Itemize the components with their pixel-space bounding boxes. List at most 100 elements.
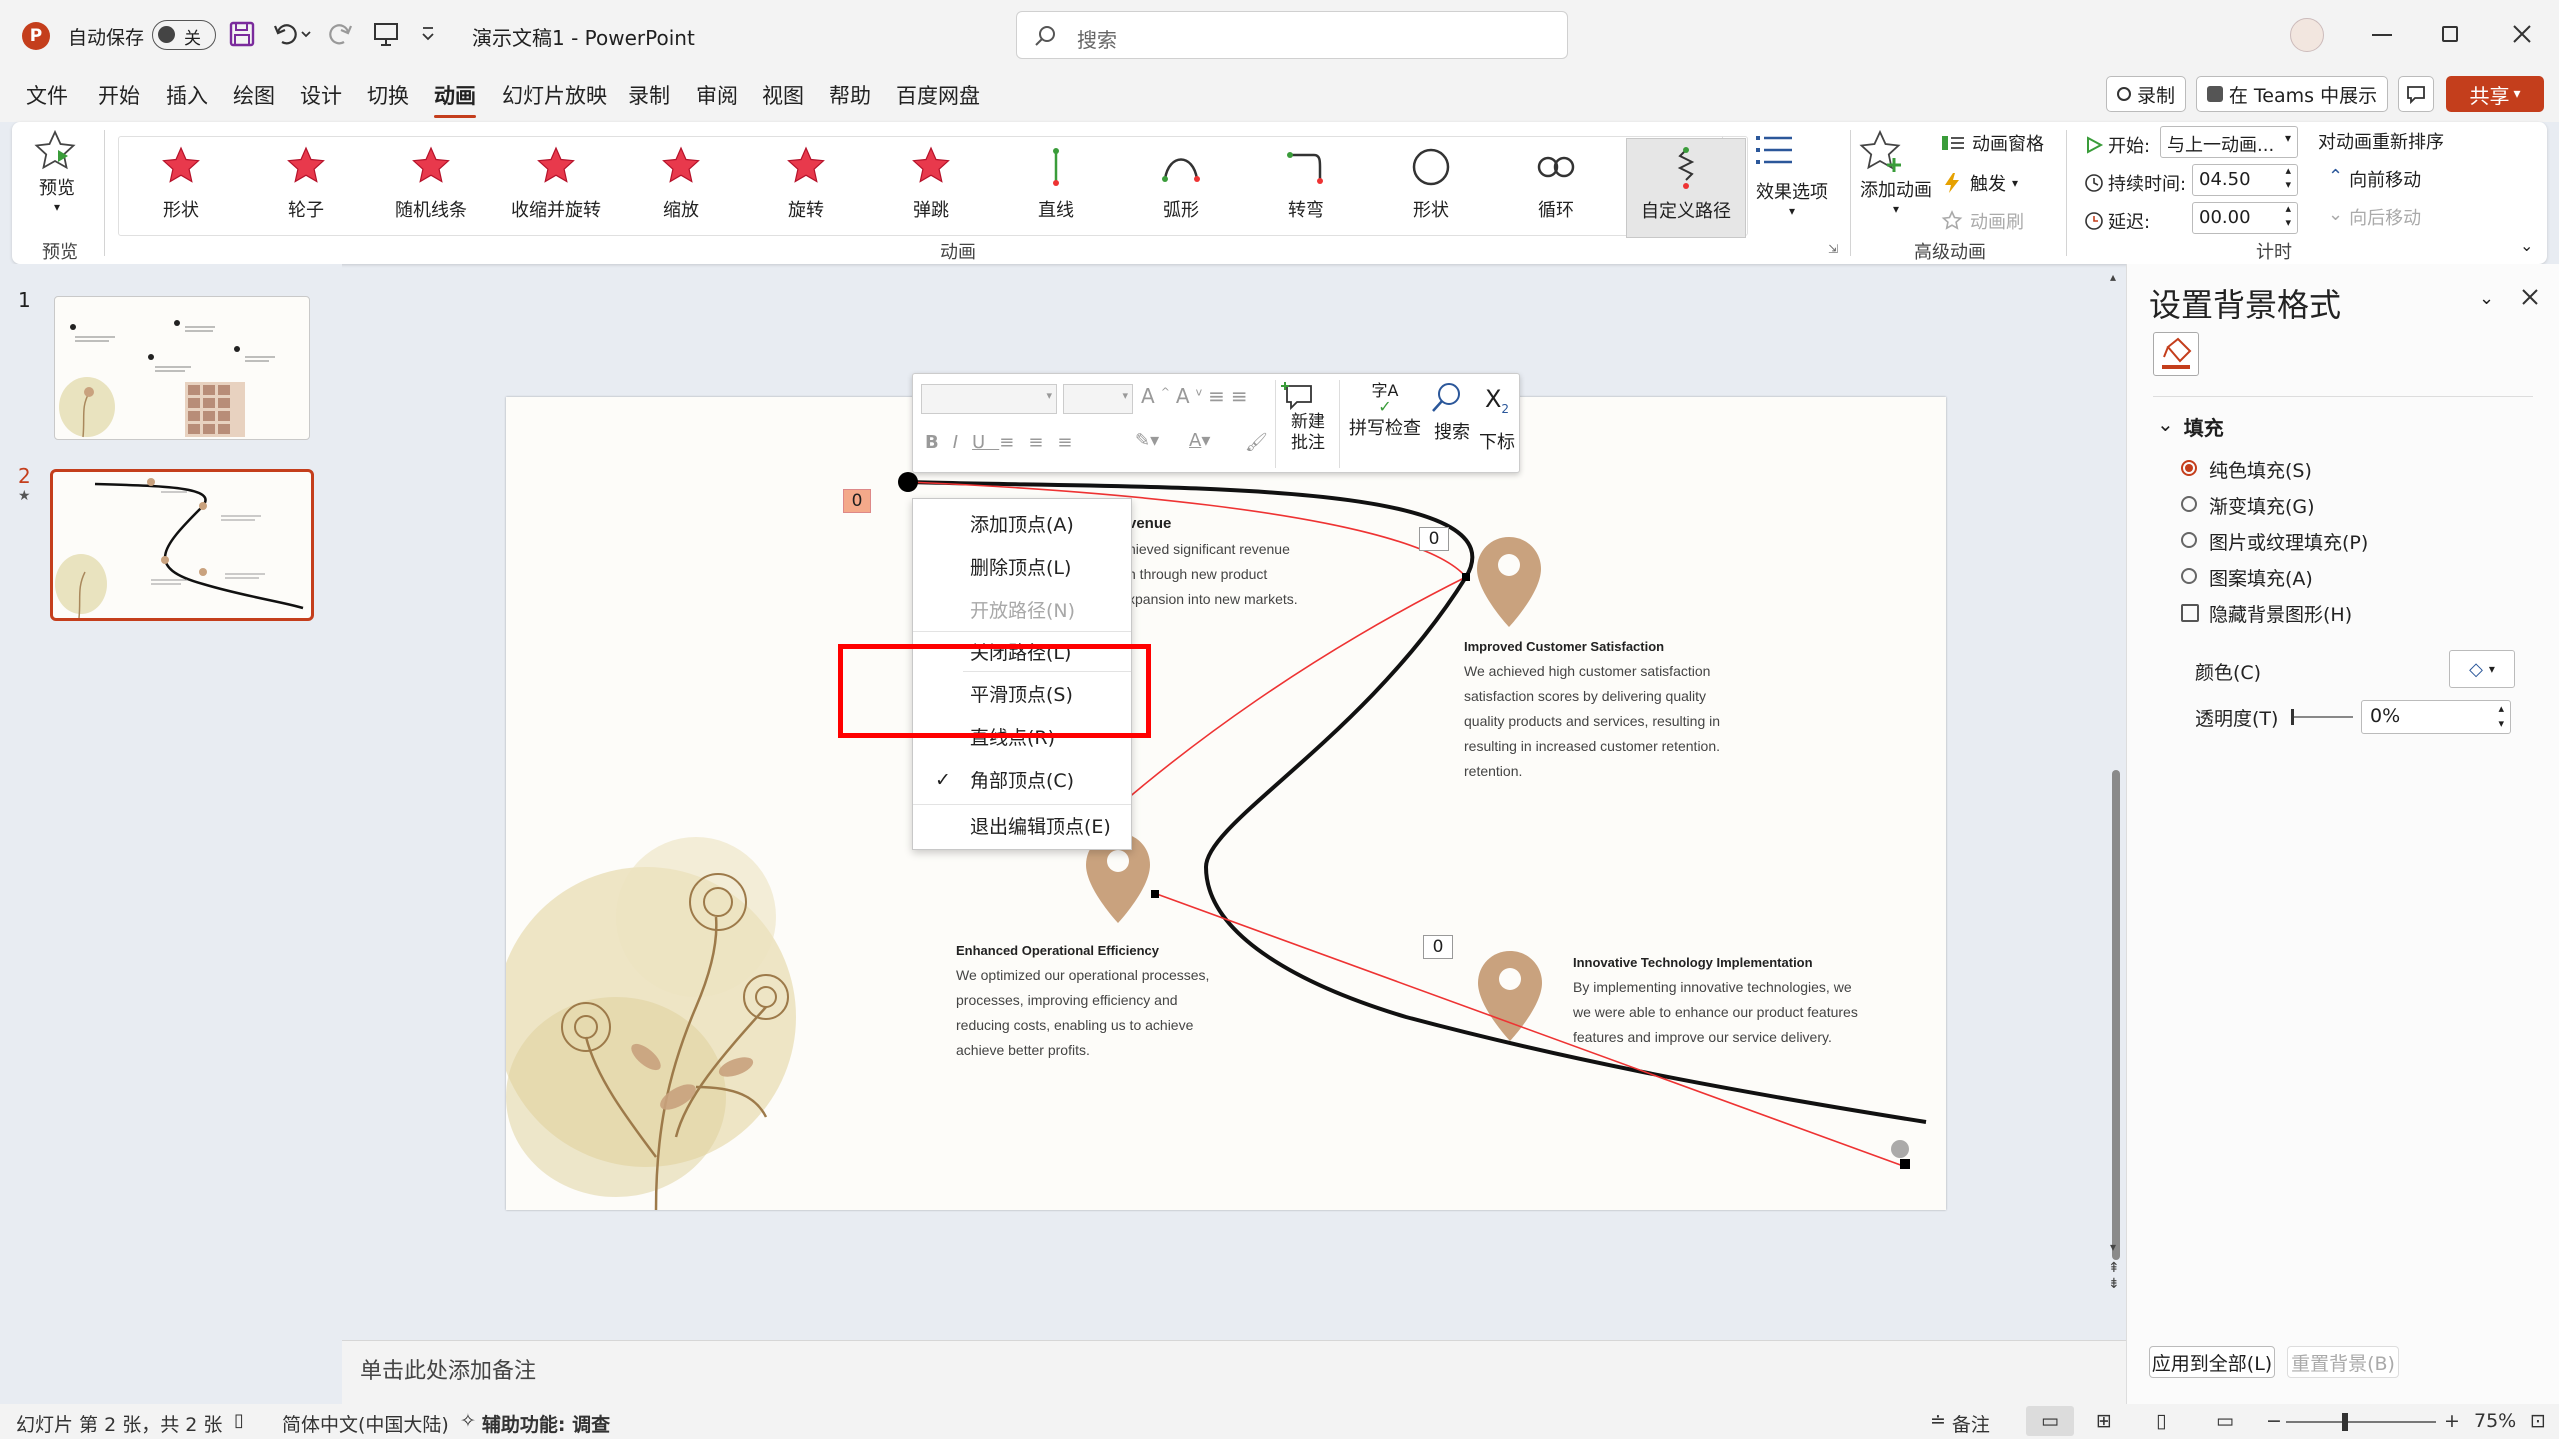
gallery-item-shape[interactable]: 形状 [126, 138, 236, 238]
tab-slideshow[interactable]: 幻灯片放映 [502, 80, 607, 110]
hide-bg-graphics-checkbox[interactable] [2181, 604, 2199, 622]
present-from-start-icon[interactable] [372, 20, 400, 48]
pane-close-icon[interactable] [2519, 286, 2541, 308]
save-icon[interactable] [228, 20, 256, 48]
reset-background-button[interactable]: 重置背景(B) [2287, 1346, 2399, 1378]
customize-toolbar-icon[interactable] [420, 24, 436, 44]
slide-sorter-icon[interactable]: ⊞ [2096, 1410, 2112, 1432]
font-size-buttons[interactable]: A^Av≡≡ [1141, 384, 1254, 408]
tab-insert[interactable]: 插入 [166, 80, 208, 110]
animation-order-tag[interactable]: 0 [1423, 935, 1453, 959]
tab-design[interactable]: 设计 [300, 80, 342, 110]
gallery-item-line[interactable]: 直线 [1001, 138, 1111, 238]
tab-record[interactable]: 录制 [628, 80, 670, 110]
notes-area[interactable]: 单击此处添加备注 [342, 1340, 2126, 1404]
smart-search-button[interactable]: 搜索 [1429, 380, 1475, 444]
slide-thumbnail-2[interactable] [50, 469, 314, 621]
move-later-button[interactable]: ⌄ 向后移动 [2328, 204, 2421, 230]
start-select[interactable]: 与上一动画... ▾ [2160, 126, 2298, 158]
duration-input[interactable]: 04.50 ▴ ▾ [2192, 164, 2298, 196]
slide-thumbnail-1[interactable] [54, 296, 310, 440]
transparency-slider[interactable] [2291, 709, 2353, 725]
zoom-in-icon[interactable]: + [2444, 1410, 2460, 1432]
picture-fill-radio[interactable] [2181, 532, 2197, 548]
normal-view-icon[interactable]: ▭ [2026, 1406, 2074, 1436]
gallery-item-shrink-turn[interactable]: 收缩并旋转 [501, 138, 611, 238]
menu-item-delete-point[interactable]: 删除顶点(L) [913, 548, 1133, 588]
proofing-icon[interactable]: ▯ [234, 1410, 244, 1431]
trigger-button[interactable]: 触发 ▾ [1940, 170, 2018, 196]
menu-item-exit-edit-points[interactable]: 退出编辑顶点(E) [913, 807, 1133, 847]
gallery-item-zoom[interactable]: 缩放 [626, 138, 736, 238]
font-color-icon[interactable]: A▾ [1189, 430, 1210, 451]
subscript-button[interactable]: X2 下标 [1477, 380, 1517, 454]
animation-order-tag[interactable]: 0 [1419, 527, 1449, 551]
language-status[interactable]: 简体中文(中国大陆) [282, 1410, 449, 1437]
scrollbar-thumb[interactable] [2112, 770, 2120, 1260]
gallery-item-spin[interactable]: 旋转 [751, 138, 861, 238]
font-name-box[interactable]: ▾ [921, 384, 1057, 414]
animation-order-tag[interactable]: 0 [843, 489, 871, 513]
minimize-icon[interactable] [2372, 34, 2392, 36]
gallery-item-wheel[interactable]: 轮子 [251, 138, 361, 238]
zoom-level[interactable]: 75% [2474, 1410, 2516, 1432]
editor-scrollbar[interactable]: ▴ ▾ ⇞ ⇟ [2108, 270, 2124, 1320]
highlight-icon[interactable]: ✎▾ [1135, 430, 1159, 451]
tab-review[interactable]: 审阅 [696, 80, 738, 110]
slideshow-view-icon[interactable]: ▭ [2216, 1410, 2234, 1432]
gallery-item-custom-path[interactable]: 自定义路径 [1626, 138, 1746, 238]
pattern-fill-radio[interactable] [2181, 568, 2197, 584]
fill-tab-button[interactable] [2153, 332, 2199, 376]
redo-icon[interactable] [326, 20, 354, 48]
zoom-out-icon[interactable]: − [2266, 1410, 2282, 1432]
slide-nav-icon[interactable]: ⇞ ⇟ [2108, 1260, 2120, 1292]
tab-help[interactable]: 帮助 [829, 80, 871, 110]
move-earlier-button[interactable]: ⌃ 向前移动 [2328, 166, 2421, 192]
tab-file[interactable]: 文件 [26, 80, 68, 110]
gradient-fill-radio[interactable] [2181, 496, 2197, 512]
pane-options-chevron-icon[interactable]: ⌄ [2479, 288, 2494, 309]
new-comment-button[interactable]: 新建批注 [1281, 380, 1335, 454]
transparency-input[interactable]: 0% ▴ ▾ [2361, 700, 2511, 734]
gallery-item-shape-path[interactable]: 形状 [1376, 138, 1486, 238]
notes-toggle[interactable]: ≐ 备注 [1930, 1410, 1990, 1437]
accessibility-status[interactable]: ✧ 辅助功能: 调查 [460, 1410, 610, 1437]
zoom-slider[interactable] [2286, 1413, 2436, 1431]
gallery-item-bounce[interactable]: 弹跳 [876, 138, 986, 238]
tab-view[interactable]: 视图 [762, 80, 804, 110]
menu-item-add-point[interactable]: 添加顶点(A) [913, 505, 1133, 545]
preview-button[interactable]: 预览 ▾ [32, 128, 82, 214]
restore-icon[interactable] [2442, 26, 2458, 42]
add-animation-button[interactable]: 添加动画 ▾ [1858, 128, 1934, 216]
animation-pane-button[interactable]: 动画窗格 [1940, 130, 2044, 156]
tab-baidu[interactable]: 百度网盘 [896, 80, 980, 110]
present-in-teams-button[interactable]: 在 Teams 中展示 [2196, 76, 2388, 112]
format-painter-icon[interactable]: 🖌 [1245, 432, 1268, 453]
comments-button[interactable] [2398, 76, 2434, 112]
autosave-toggle[interactable]: 关 [152, 20, 216, 50]
gallery-item-arc[interactable]: 弧形 [1126, 138, 1236, 238]
reading-view-icon[interactable]: ▯ [2156, 1410, 2166, 1432]
tab-animations[interactable]: 动画 [434, 80, 476, 118]
fit-to-window-icon[interactable]: ⊡ [2530, 1410, 2546, 1432]
gallery-item-random-bars[interactable]: 随机线条 [376, 138, 486, 238]
close-icon[interactable] [2510, 22, 2534, 46]
gallery-item-loop[interactable]: 循环 [1501, 138, 1611, 238]
spell-check-button[interactable]: 字A ✓ 拼写检查 [1345, 382, 1425, 440]
menu-item-open-path[interactable]: 开放路径(N) [913, 591, 1133, 631]
gallery-item-turn[interactable]: 转弯 [1251, 138, 1361, 238]
share-button[interactable]: 共享 ▾ [2446, 76, 2544, 112]
apply-to-all-button[interactable]: 应用到全部(L) [2149, 1346, 2275, 1378]
fill-section-header[interactable]: ⌄ 填充 [2157, 412, 2224, 441]
search-box[interactable]: 搜索 [1016, 11, 1568, 59]
tab-transitions[interactable]: 切换 [367, 80, 409, 110]
tab-draw[interactable]: 绘图 [233, 80, 275, 110]
slide-canvas[interactable]: 0 0 0 venue hieved significant revenue n… [506, 397, 1946, 1210]
color-picker-button[interactable]: ◇ ▾ [2449, 650, 2515, 688]
user-avatar[interactable] [2290, 18, 2324, 52]
dialog-launcher-icon[interactable]: ⇲ [1828, 242, 1838, 256]
format-buttons[interactable]: BIU≡≡≡ [925, 432, 1086, 453]
delay-input[interactable]: 00.00 ▴ ▾ [2192, 202, 2298, 234]
tab-home[interactable]: 开始 [98, 80, 140, 110]
collapse-ribbon-icon[interactable]: ⌄ [2520, 236, 2533, 255]
